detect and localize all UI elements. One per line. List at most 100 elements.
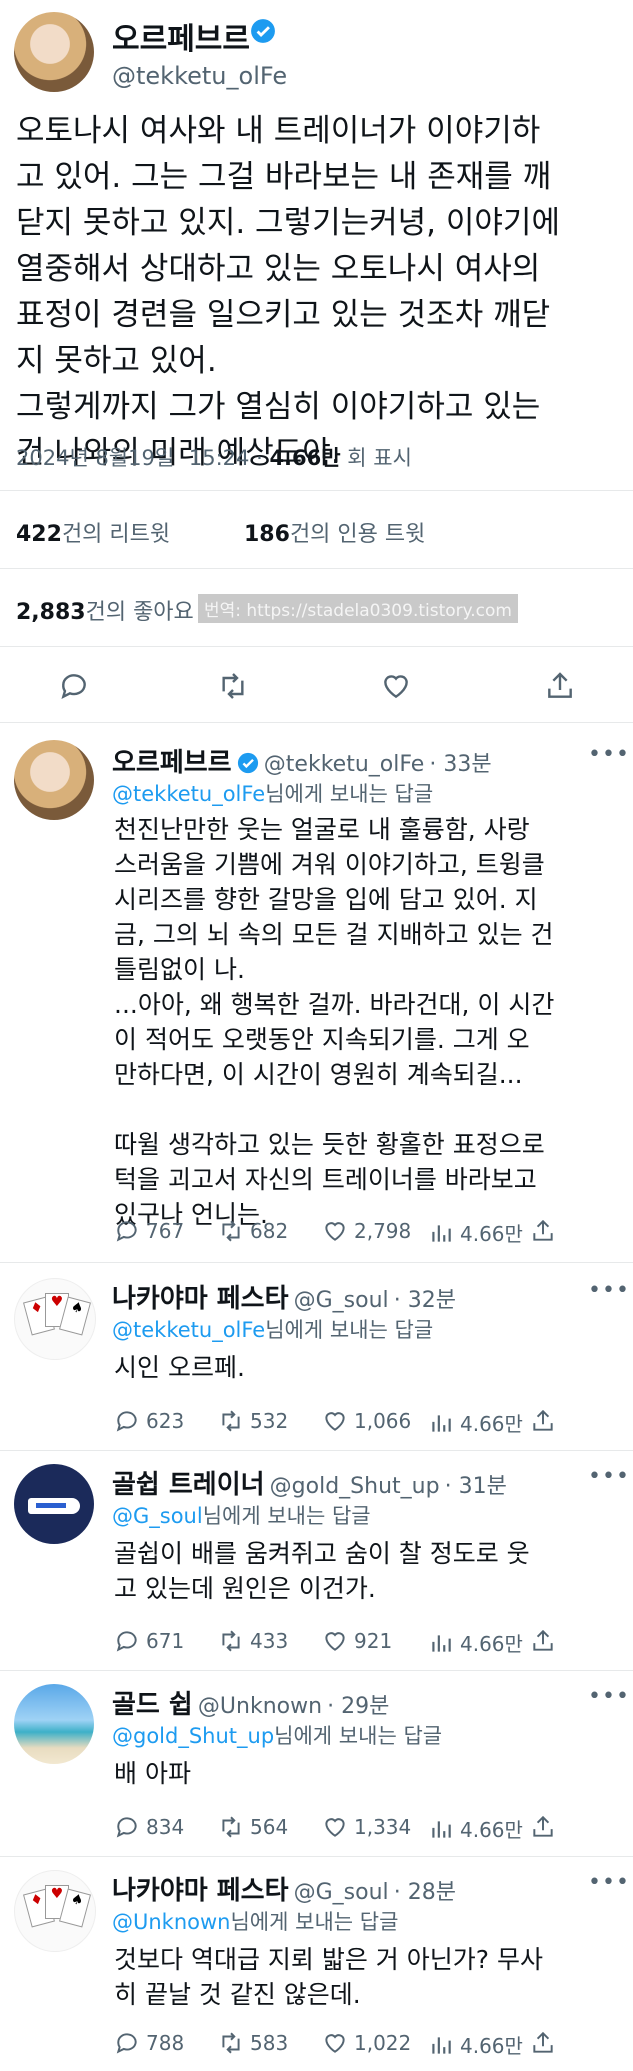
- retweet-count[interactable]: 682: [218, 1218, 288, 1244]
- share-icon[interactable]: [530, 1408, 556, 1434]
- like-icon: [325, 1412, 345, 1431]
- retweet-count[interactable]: 532: [218, 1408, 288, 1434]
- retweet-count-value: 583: [250, 2031, 289, 2055]
- views-count-value: 4.66만: [460, 1818, 523, 1842]
- divider: [0, 568, 633, 569]
- verified-badge-icon: [251, 19, 275, 43]
- views-count[interactable]: 4.66만: [428, 1628, 523, 1657]
- reply-count[interactable]: 623: [114, 1408, 184, 1434]
- reply-header: 나카야마 페스타 @G_soul · 32분: [112, 1278, 456, 1315]
- views-count-value: 4.66만: [460, 2034, 523, 2058]
- share-icon[interactable]: [530, 1218, 556, 1244]
- like-count-value: 921: [354, 1629, 393, 1653]
- separator-dot: ·: [256, 446, 270, 470]
- reply-author-name[interactable]: 골쉽 트레이너: [112, 1470, 265, 1500]
- views-count[interactable]: 4.66만: [428, 1408, 523, 1437]
- like-count[interactable]: 2,798: [322, 1218, 411, 1244]
- reply-author-name[interactable]: 나카야마 페스타: [112, 1876, 289, 1906]
- reply-count[interactable]: 834: [114, 1814, 184, 1840]
- retweet-count-value: 564: [250, 1815, 289, 1839]
- reply-header: 나카야마 페스타 @G_soul · 28분: [112, 1870, 456, 1907]
- like-count-value: 1,022: [354, 2031, 412, 2055]
- reply-avatar[interactable]: [14, 1464, 94, 1544]
- share-icon[interactable]: [530, 2030, 556, 2056]
- more-icon[interactable]: •••: [588, 1684, 630, 1709]
- views-count-value: 4.66만: [460, 1632, 523, 1656]
- like-count[interactable]: 1,022: [322, 2030, 411, 2056]
- reply-time[interactable]: · 33분: [429, 752, 491, 777]
- reply-text: 것보다 역대급 지뢰 밟은 거 아닌가? 무사 히 끝날 것 같진 않은데.: [114, 1945, 543, 2009]
- reply-author-name[interactable]: 나카야마 페스타: [112, 1284, 289, 1314]
- like-icon[interactable]: [380, 670, 412, 702]
- reply-header: 오르페브르 @tekketu_olFe · 33분: [112, 742, 492, 779]
- reply-handle[interactable]: @G_soul: [294, 1288, 389, 1313]
- divider: [0, 1856, 633, 1857]
- views-icon: [432, 1224, 451, 1242]
- like-count-value: 1,334: [354, 1815, 412, 1839]
- reply-avatar[interactable]: ♦ ♥ ♠: [14, 1278, 96, 1360]
- reply-to-line: @Unknown님에게 보내는 답글: [112, 1906, 398, 1936]
- share-icon[interactable]: [530, 1628, 556, 1654]
- reply-time[interactable]: · 31분: [445, 1474, 507, 1499]
- reply-count[interactable]: 767: [114, 1218, 184, 1244]
- reply-avatar[interactable]: [14, 1684, 94, 1764]
- reply-to-handle[interactable]: @tekketu_olFe: [112, 782, 265, 806]
- more-icon[interactable]: •••: [588, 1278, 630, 1303]
- more-icon[interactable]: •••: [588, 742, 630, 767]
- tweet-date: 2024년 8월19일: [16, 446, 175, 470]
- reply-to-line: @gold_Shut_up님에게 보내는 답글: [112, 1720, 442, 1750]
- reply-count-value: 671: [146, 1629, 185, 1653]
- main-author-name[interactable]: 오르페브르: [112, 14, 250, 58]
- reply-time[interactable]: · 29분: [327, 1694, 389, 1719]
- reply-avatar[interactable]: [14, 740, 94, 820]
- reply-to-line: @tekketu_olFe님에게 보내는 답글: [112, 1314, 433, 1344]
- reply-to-suffix: 님에게 보내는 답글: [274, 1724, 443, 1748]
- reply-count-value: 788: [146, 2031, 185, 2055]
- views-count[interactable]: 4.66만: [428, 1218, 523, 1247]
- like-count[interactable]: 1,066: [322, 1408, 411, 1434]
- reply-handle[interactable]: @tekketu_olFe: [264, 752, 425, 777]
- reply-count[interactable]: 671: [114, 1628, 184, 1654]
- more-icon[interactable]: •••: [588, 1870, 630, 1895]
- share-icon[interactable]: [530, 1814, 556, 1840]
- reply-handle[interactable]: @Unknown: [198, 1694, 322, 1719]
- retweets-count: 422: [16, 522, 62, 547]
- share-icon[interactable]: [544, 670, 576, 702]
- reply-time[interactable]: · 28분: [394, 1880, 456, 1905]
- reply-count[interactable]: 788: [114, 2030, 184, 2056]
- likes-stat[interactable]: 2,883건의 좋아요: [16, 594, 194, 626]
- retweet-icon: [222, 1630, 240, 1652]
- reply-to-handle[interactable]: @Unknown: [112, 1910, 230, 1934]
- retweet-count[interactable]: 564: [218, 1814, 288, 1840]
- retweets-stat[interactable]: 422건의 리트윗: [16, 516, 170, 548]
- retweet-count[interactable]: 583: [218, 2030, 288, 2056]
- reply-to-handle[interactable]: @G_soul: [112, 1504, 203, 1528]
- views-count[interactable]: 4.66만: [428, 2030, 523, 2059]
- more-icon[interactable]: •••: [588, 1464, 630, 1489]
- reply-icon: [116, 2033, 137, 2054]
- reply-time[interactable]: · 32분: [394, 1288, 456, 1313]
- reply-avatar[interactable]: ♦ ♥ ♠: [14, 1870, 96, 1952]
- like-icon: [325, 1818, 345, 1837]
- views-icon: [432, 1634, 451, 1652]
- retweet-count[interactable]: 433: [218, 1628, 288, 1654]
- reply-text: 배 아파: [114, 1759, 191, 1788]
- like-count[interactable]: 921: [322, 1628, 392, 1654]
- reply-to-handle[interactable]: @tekketu_olFe: [112, 1318, 265, 1342]
- divider: [0, 490, 633, 491]
- reply-handle[interactable]: @G_soul: [294, 1880, 389, 1905]
- quotes-stat[interactable]: 186건의 인용 트윗: [244, 516, 425, 548]
- reply-to-handle[interactable]: @gold_Shut_up: [112, 1724, 274, 1748]
- reply-to-suffix: 님에게 보내는 답글: [230, 1910, 399, 1934]
- like-count[interactable]: 1,334: [322, 1814, 411, 1840]
- main-avatar[interactable]: [14, 12, 94, 92]
- reply-icon: [116, 1817, 137, 1838]
- retweet-icon[interactable]: [216, 670, 250, 702]
- reply-author-name[interactable]: 골드 쉽: [112, 1690, 193, 1720]
- reply-icon[interactable]: [58, 670, 90, 702]
- main-handle[interactable]: @tekketu_olFe: [112, 62, 287, 90]
- views-count[interactable]: 4.66만: [428, 1814, 523, 1843]
- main-timestamp[interactable]: 2024년 8월19일 15:24 · 4.66만 회 표시: [16, 442, 412, 472]
- reply-author-name[interactable]: 오르페브르: [112, 748, 232, 778]
- reply-handle[interactable]: @gold_Shut_up: [270, 1474, 440, 1499]
